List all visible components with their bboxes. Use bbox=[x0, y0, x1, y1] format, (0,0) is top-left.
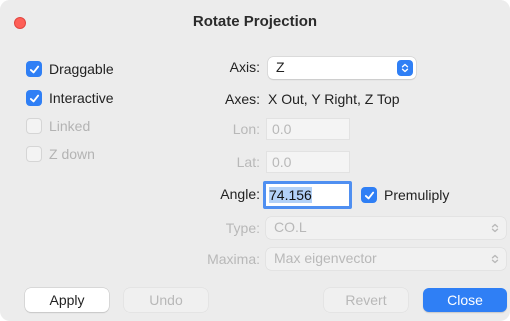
linked-checkbox[interactable]: Linked bbox=[26, 116, 90, 136]
z-down-checkbox[interactable]: Z down bbox=[26, 144, 95, 164]
chevron-updown-icon bbox=[487, 220, 503, 236]
lat-field[interactable]: 0.0 bbox=[266, 151, 350, 173]
angle-label: Angle: bbox=[220, 186, 260, 202]
chevron-updown-icon bbox=[487, 251, 503, 267]
interactive-checkbox[interactable]: Interactive bbox=[26, 88, 114, 108]
checkmark-icon bbox=[26, 61, 42, 77]
empty-checkbox-icon bbox=[26, 118, 42, 134]
checkmark-icon bbox=[361, 187, 377, 203]
empty-checkbox-icon bbox=[26, 146, 42, 162]
axes-label: Axes: bbox=[224, 91, 260, 107]
revert-button[interactable]: Revert bbox=[324, 288, 408, 312]
interactive-label: Interactive bbox=[49, 90, 114, 106]
undo-button[interactable]: Undo bbox=[124, 288, 208, 312]
axis-label: Axis: bbox=[229, 59, 260, 75]
z-down-label: Z down bbox=[49, 146, 95, 162]
angle-value: 74.156 bbox=[269, 187, 312, 203]
title-bar: Rotate Projection bbox=[0, 0, 510, 44]
linked-label: Linked bbox=[49, 118, 91, 134]
lon-label: Lon: bbox=[232, 121, 260, 137]
rotate-projection-window: Rotate Projection Draggable Interactive … bbox=[0, 0, 510, 321]
premultiply-label: Premuliply bbox=[384, 187, 450, 203]
axis-value: Z bbox=[276, 59, 285, 75]
angle-field[interactable]: 74.156 bbox=[263, 181, 352, 209]
type-value: CO.L bbox=[274, 219, 307, 235]
type-popup[interactable]: CO.L bbox=[266, 217, 506, 239]
chevron-updown-icon bbox=[397, 60, 413, 76]
close-button[interactable]: Close bbox=[423, 288, 507, 312]
window-title: Rotate Projection bbox=[192, 13, 318, 30]
apply-button[interactable]: Apply bbox=[25, 288, 109, 312]
maxima-value: Max eigenvector bbox=[274, 250, 377, 266]
axis-popup[interactable]: Z bbox=[268, 57, 416, 79]
draggable-checkbox[interactable]: Draggable bbox=[26, 59, 114, 79]
checkmark-icon bbox=[26, 90, 42, 106]
maxima-popup[interactable]: Max eigenvector bbox=[266, 248, 506, 270]
type-label: Type: bbox=[225, 220, 260, 236]
axes-value: X Out, Y Right, Z Top bbox=[268, 91, 400, 107]
maxima-label: Maxima: bbox=[207, 251, 260, 267]
lon-field[interactable]: 0.0 bbox=[266, 118, 350, 140]
draggable-label: Draggable bbox=[49, 61, 114, 77]
lat-label: Lat: bbox=[236, 154, 260, 170]
premultiply-checkbox[interactable]: Premuliply bbox=[361, 185, 449, 205]
